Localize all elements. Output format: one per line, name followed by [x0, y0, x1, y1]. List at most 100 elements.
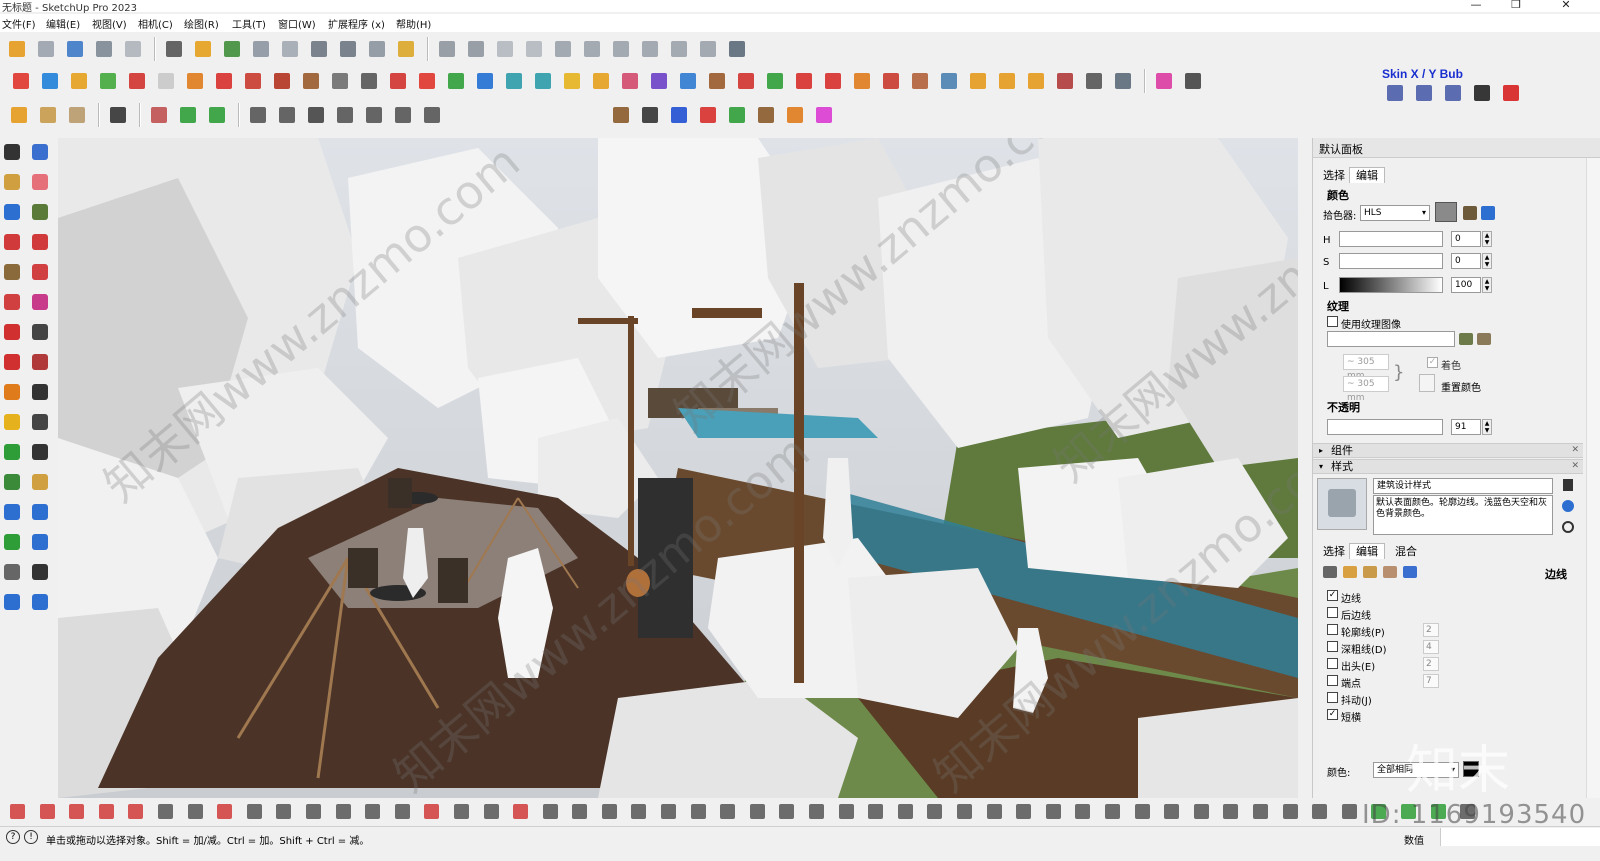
push-pull-tool-icon[interactable]	[28, 350, 52, 374]
extension-tool-35-icon[interactable]	[1012, 801, 1036, 823]
edge-option-checkbox[interactable]	[1327, 624, 1338, 635]
corner-icon[interactable]	[356, 68, 382, 94]
circle-tool-icon[interactable]	[0, 290, 24, 314]
stop-icon[interactable]	[1498, 80, 1524, 101]
extension-tool-40-icon[interactable]	[1160, 801, 1184, 823]
eraser-tool-icon[interactable]	[28, 170, 52, 194]
extension-tool-1-icon[interactable]	[6, 801, 30, 823]
watermark-settings-icon[interactable]	[1383, 566, 1397, 578]
push-icon[interactable]	[849, 68, 875, 94]
loop-purple-icon[interactable]	[646, 68, 672, 94]
axis-orange-icon[interactable]	[782, 102, 808, 128]
components-tool-icon[interactable]	[0, 200, 24, 224]
extension-tool-13-icon[interactable]	[361, 801, 385, 823]
line-tool-icon[interactable]	[105, 102, 131, 128]
extension-tool-42-icon[interactable]	[1219, 801, 1243, 823]
undo-icon[interactable]	[733, 68, 759, 94]
extension-tool-8-icon[interactable]	[213, 801, 237, 823]
lock-icon[interactable]	[1563, 479, 1573, 491]
shape-green-icon[interactable]	[95, 68, 121, 94]
bubble-icon[interactable]	[1440, 80, 1466, 101]
menu-file[interactable]: 文件(F)	[2, 16, 36, 31]
axis-magenta-icon[interactable]	[811, 102, 837, 128]
frame-green-icon[interactable]	[762, 68, 788, 94]
rotate-tool-icon[interactable]	[0, 380, 24, 404]
warning-icon[interactable]	[559, 68, 585, 94]
edge-settings-icon[interactable]	[1323, 566, 1337, 578]
extension-tool-32-icon[interactable]	[923, 801, 947, 823]
paint-bucket-tool-icon[interactable]	[0, 170, 24, 194]
extension-tool-5-icon[interactable]	[124, 801, 148, 823]
tree-icon[interactable]	[219, 36, 245, 62]
menu-camera[interactable]: 相机(C)	[138, 16, 173, 31]
axis-blue-icon[interactable]	[666, 102, 692, 128]
skin-x-icon[interactable]	[1382, 80, 1408, 101]
menu-edit[interactable]: 编辑(E)	[46, 16, 80, 31]
zoom-window-tool-icon[interactable]	[28, 530, 52, 554]
settings-icon[interactable]	[248, 36, 274, 62]
extension-tool-44-icon[interactable]	[1279, 801, 1303, 823]
update-style-icon[interactable]	[1562, 521, 1574, 533]
menu-view[interactable]: 视图(V)	[92, 16, 127, 31]
panel-icon[interactable]	[936, 68, 962, 94]
sound-icon[interactable]	[277, 36, 303, 62]
text-tool-icon[interactable]	[28, 440, 52, 464]
component-alt-icon[interactable]	[35, 102, 61, 128]
color-swatch[interactable]	[1435, 202, 1457, 222]
component-3-icon[interactable]	[64, 102, 90, 128]
grid-orange-3-icon[interactable]	[1023, 68, 1049, 94]
refresh-icon[interactable]	[33, 36, 59, 62]
hide-icon[interactable]	[161, 36, 187, 62]
extension-tool-36-icon[interactable]	[1042, 801, 1066, 823]
menu-tools[interactable]: 工具(T)	[232, 16, 266, 31]
texture-height-input[interactable]: ~ 305 mm	[1343, 376, 1389, 403]
extension-tool-23-icon[interactable]	[657, 801, 681, 823]
chat-icon[interactable]	[364, 36, 390, 62]
info-icon[interactable]: !	[24, 830, 38, 844]
shape-crimson-icon[interactable]	[124, 68, 150, 94]
create-style-icon[interactable]	[1562, 500, 1574, 512]
tape-tool-icon[interactable]	[28, 200, 52, 224]
print-icon[interactable]	[62, 36, 88, 62]
plus-red-icon[interactable]	[414, 68, 440, 94]
close-section-icon[interactable]: ✕	[1571, 460, 1579, 473]
opacity-input[interactable]: 91	[1451, 419, 1481, 435]
edge-option-checkbox[interactable]: ✓	[1327, 709, 1338, 720]
close-button[interactable]: ✕	[1546, 0, 1586, 11]
extension-tool-20-icon[interactable]	[568, 801, 592, 823]
shield-red-icon[interactable]	[146, 102, 172, 128]
shape-red-icon[interactable]	[8, 68, 34, 94]
background-settings-icon[interactable]	[1363, 566, 1377, 578]
rectangle-tool-icon[interactable]	[0, 260, 24, 284]
style-thumbnail[interactable]	[1317, 478, 1367, 530]
arc-icon[interactable]	[182, 68, 208, 94]
edge-option-checkbox[interactable]	[1327, 641, 1338, 652]
s-spinner[interactable]: ▲ ▼	[1482, 253, 1492, 269]
l-input[interactable]: 100	[1451, 277, 1481, 293]
extension-tool-17-icon[interactable]	[480, 801, 504, 823]
edge-option-checkbox[interactable]: ✓	[1327, 590, 1338, 601]
browse-texture-icon[interactable]	[1459, 333, 1473, 345]
back-view-icon[interactable]	[390, 102, 416, 128]
components-section[interactable]: ▸ 组件 ✕	[1313, 443, 1583, 458]
sample-paint-icon[interactable]	[1463, 206, 1477, 220]
pan-tool-icon[interactable]	[0, 530, 24, 554]
export-icon[interactable]	[434, 36, 460, 62]
shape-orange-icon[interactable]	[66, 68, 92, 94]
zoom-tool-icon[interactable]	[0, 560, 24, 584]
left-view-icon[interactable]	[419, 102, 445, 128]
walk-tool-icon[interactable]	[0, 590, 24, 614]
scale-icon[interactable]	[820, 68, 846, 94]
geo-location-icon[interactable]: ?	[6, 830, 20, 844]
extension-tool-34-icon[interactable]	[983, 801, 1007, 823]
frame-icon[interactable]	[666, 36, 692, 62]
axis-dark-icon[interactable]	[637, 102, 663, 128]
rotate-icon[interactable]	[791, 68, 817, 94]
grid-red-icon[interactable]	[240, 68, 266, 94]
extension-warehouse-icon[interactable]	[4, 36, 30, 62]
loop-pink-icon[interactable]	[617, 68, 643, 94]
info-icon[interactable]	[393, 36, 419, 62]
extension-tool-19-icon[interactable]	[539, 801, 563, 823]
extension-tool-14-icon[interactable]	[391, 801, 415, 823]
loop-icon[interactable]	[588, 68, 614, 94]
